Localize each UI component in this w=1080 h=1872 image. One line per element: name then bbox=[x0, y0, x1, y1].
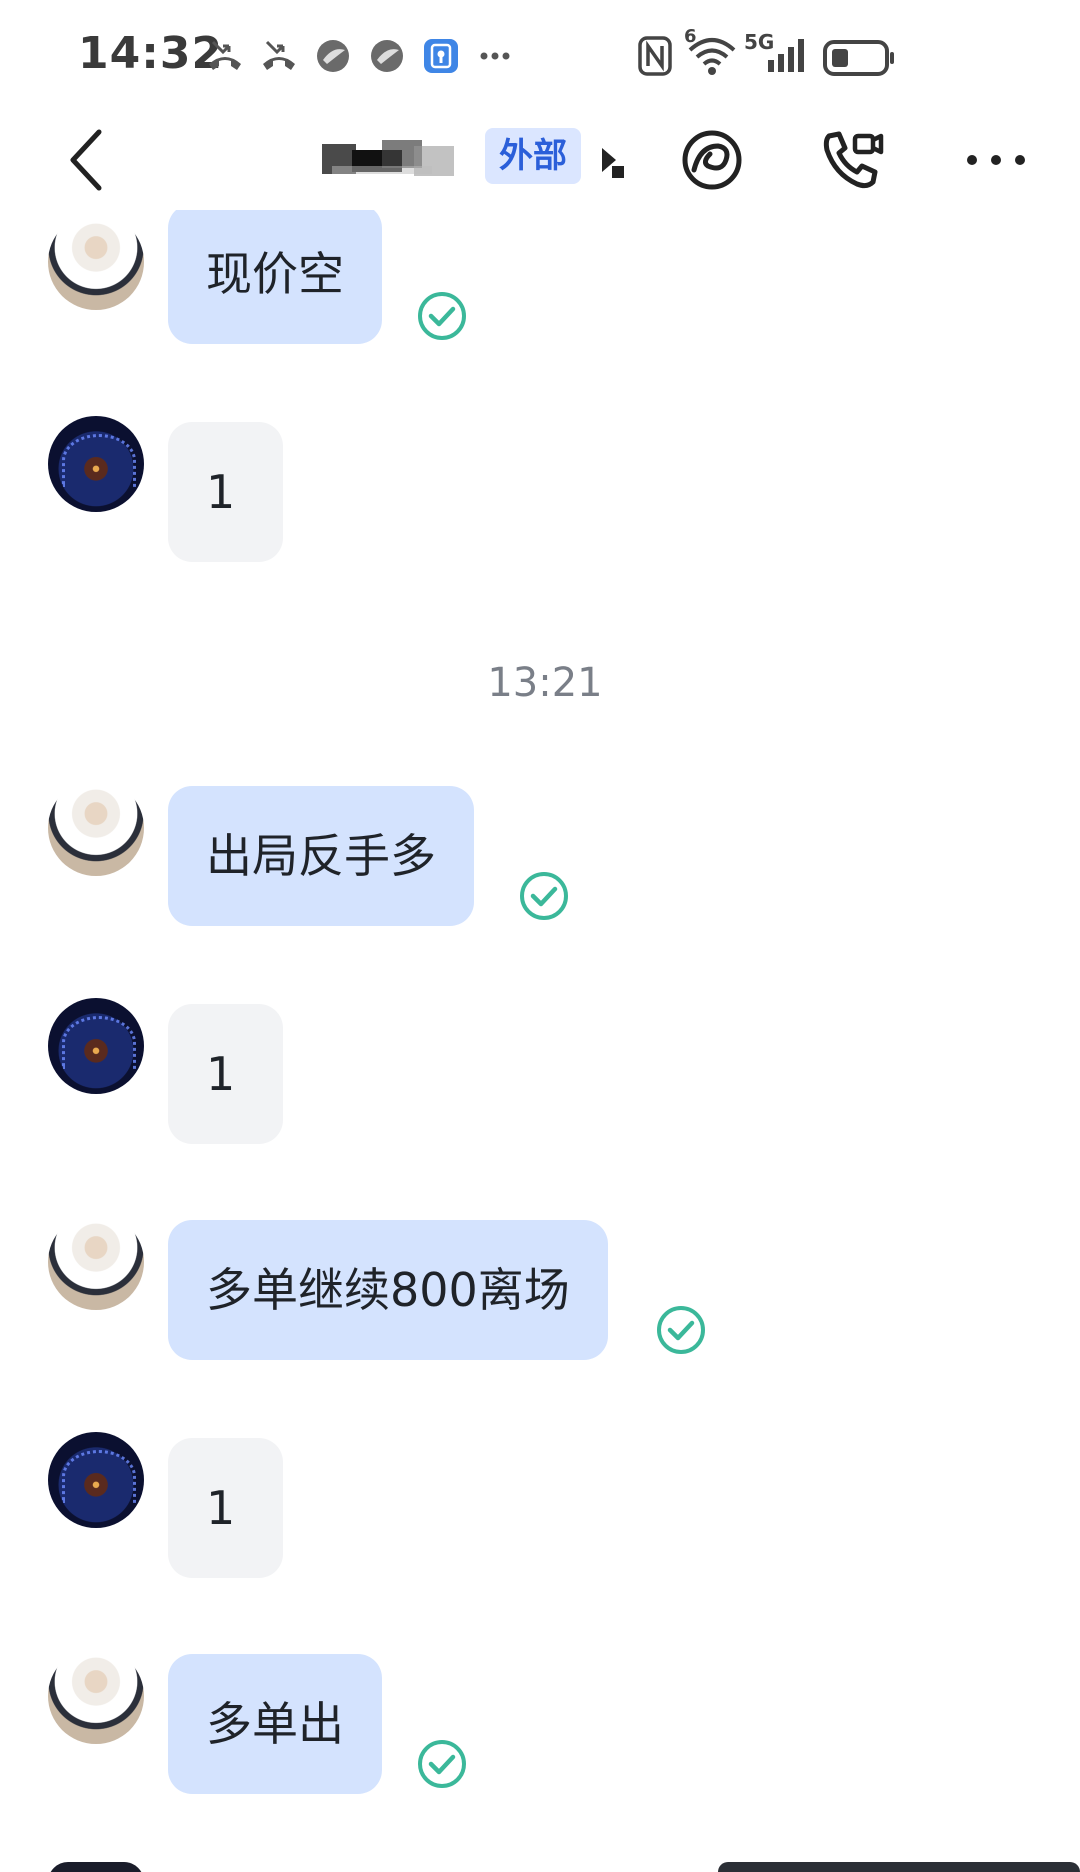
notification-icons bbox=[205, 36, 515, 76]
read-check-icon bbox=[418, 1740, 466, 1788]
more-options-button[interactable] bbox=[958, 122, 1034, 198]
read-check-icon bbox=[520, 872, 568, 920]
avatar[interactable] bbox=[48, 1648, 144, 1744]
more-dots-icon bbox=[967, 155, 1025, 165]
message-bubble-self[interactable]: 多单出 bbox=[168, 1654, 382, 1794]
more-dots-icon bbox=[475, 36, 515, 76]
avatar[interactable] bbox=[48, 780, 144, 876]
message-bubble-other[interactable]: 1 bbox=[168, 422, 284, 562]
nfc-icon bbox=[638, 36, 672, 80]
chat-header: 外部 bbox=[0, 110, 1080, 210]
call-button[interactable] bbox=[814, 122, 890, 198]
vpn-key-icon bbox=[421, 36, 461, 76]
app-notification-icon bbox=[367, 36, 407, 76]
avatar[interactable] bbox=[48, 416, 144, 512]
missed-call-icon bbox=[205, 36, 245, 76]
message-bubble-self[interactable]: 多单继续800离场 bbox=[168, 1220, 608, 1360]
expand-arrow-icon[interactable] bbox=[598, 140, 628, 180]
time-separator: 13:21 bbox=[487, 660, 603, 706]
message-list[interactable]: 现价空 1 13:21 出局反手多 1 多单继续800离场 1 多单出 bbox=[0, 210, 1080, 1872]
avatar[interactable] bbox=[48, 1862, 144, 1872]
message-bubble-self[interactable]: 现价空 bbox=[168, 210, 382, 344]
home-indicator[interactable] bbox=[718, 1862, 1080, 1872]
cellular-icon: 5G bbox=[744, 30, 810, 74]
meeting-icon bbox=[682, 130, 742, 190]
app-notification-icon bbox=[313, 36, 353, 76]
chat-title-redacted[interactable] bbox=[322, 136, 462, 184]
external-badge: 外部 bbox=[485, 128, 581, 184]
wifi-icon: 6 bbox=[684, 26, 736, 80]
chat-screen: 14:32 6 5G 外部 现价空 1 13:21 出局反手多 1 多单继续80… bbox=[0, 0, 1080, 1872]
avatar[interactable] bbox=[48, 998, 144, 1094]
avatar[interactable] bbox=[48, 1214, 144, 1310]
phone-video-icon bbox=[823, 131, 884, 189]
wifi-badge: 6 bbox=[684, 26, 697, 47]
read-check-icon bbox=[418, 292, 466, 340]
missed-call-icon bbox=[259, 36, 299, 76]
status-time: 14:32 bbox=[78, 28, 224, 79]
read-check-icon bbox=[657, 1306, 705, 1354]
battery-icon bbox=[822, 38, 896, 82]
back-button[interactable] bbox=[50, 120, 120, 200]
meeting-button[interactable] bbox=[674, 122, 750, 198]
message-bubble-self[interactable]: 出局反手多 bbox=[168, 786, 474, 926]
chevron-left-icon bbox=[70, 129, 102, 191]
avatar[interactable] bbox=[48, 214, 144, 310]
message-bubble-other[interactable]: 1 bbox=[168, 1004, 284, 1144]
status-bar: 14:32 6 5G bbox=[0, 0, 1080, 110]
avatar[interactable] bbox=[48, 1432, 144, 1528]
message-bubble-other[interactable]: 1 bbox=[168, 1438, 284, 1578]
